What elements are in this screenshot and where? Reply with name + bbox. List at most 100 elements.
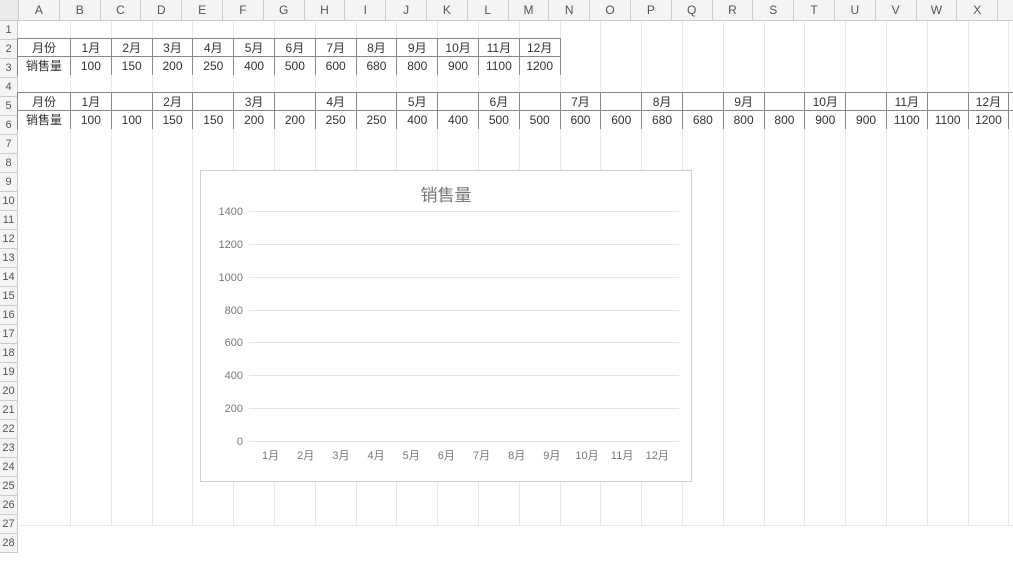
cell-C2[interactable]: 2月 — [111, 38, 153, 58]
cell-S23[interactable] — [765, 417, 806, 436]
select-all-corner[interactable] — [0, 0, 19, 20]
cell-V19[interactable] — [887, 345, 928, 364]
cell-P6[interactable]: 680 — [641, 110, 683, 130]
cell-V27[interactable] — [887, 489, 928, 508]
cell-A6[interactable]: 销售量 — [17, 110, 71, 130]
row-header-25[interactable]: 25 — [0, 477, 18, 496]
cell-X24[interactable] — [969, 435, 1010, 454]
cell-T11[interactable] — [805, 201, 846, 220]
cell-S3[interactable] — [765, 57, 806, 76]
col-header-C[interactable]: C — [101, 0, 142, 20]
cell-W20[interactable] — [928, 363, 969, 382]
cell-A10[interactable] — [18, 183, 71, 202]
cell-B2[interactable]: 1月 — [70, 38, 112, 58]
cell-S5[interactable] — [764, 92, 806, 112]
cell-V25[interactable] — [887, 453, 928, 472]
cell-P28[interactable] — [642, 507, 683, 526]
cell-U18[interactable] — [846, 327, 887, 346]
cell-A20[interactable] — [18, 363, 71, 382]
cell-I28[interactable] — [357, 507, 398, 526]
cell-S21[interactable] — [765, 381, 806, 400]
col-header-J[interactable]: J — [386, 0, 427, 20]
cell-F3[interactable]: 400 — [233, 56, 275, 76]
cell-R21[interactable] — [724, 381, 765, 400]
cell-Y8[interactable] — [1009, 147, 1013, 166]
cell-H8[interactable] — [316, 147, 357, 166]
cell-U17[interactable] — [846, 309, 887, 328]
cell-T28[interactable] — [805, 507, 846, 526]
cell-V2[interactable] — [887, 39, 928, 58]
cell-W12[interactable] — [928, 219, 969, 238]
cell-M7[interactable] — [520, 129, 561, 148]
cell-A16[interactable] — [18, 291, 71, 310]
cell-V26[interactable] — [887, 471, 928, 490]
col-header-O[interactable]: O — [590, 0, 631, 20]
cell-E5[interactable] — [192, 92, 234, 112]
cell-N7[interactable] — [561, 129, 602, 148]
cell-C12[interactable] — [112, 219, 153, 238]
cell-R15[interactable] — [724, 273, 765, 292]
cell-V3[interactable] — [887, 57, 928, 76]
cell-S26[interactable] — [765, 471, 806, 490]
row-header-12[interactable]: 12 — [0, 230, 18, 249]
cell-B17[interactable] — [71, 309, 112, 328]
cell-O2[interactable] — [601, 39, 642, 58]
cell-W21[interactable] — [928, 381, 969, 400]
cell-R5[interactable]: 9月 — [723, 92, 765, 112]
row-header-13[interactable]: 13 — [0, 249, 18, 268]
cell-R11[interactable] — [724, 201, 765, 220]
cell-X26[interactable] — [969, 471, 1010, 490]
cell-S24[interactable] — [765, 435, 806, 454]
cell-B7[interactable] — [71, 129, 112, 148]
cell-W26[interactable] — [928, 471, 969, 490]
cell-C18[interactable] — [112, 327, 153, 346]
cell-C6[interactable]: 100 — [111, 110, 153, 130]
col-header-K[interactable]: K — [427, 0, 468, 20]
cell-A19[interactable] — [18, 345, 71, 364]
cell-J7[interactable] — [397, 129, 438, 148]
cell-Q3[interactable] — [683, 57, 724, 76]
col-header-V[interactable]: V — [876, 0, 917, 20]
cell-A27[interactable] — [18, 489, 71, 508]
cell-S25[interactable] — [765, 453, 806, 472]
cell-V17[interactable] — [887, 309, 928, 328]
cell-Q27[interactable] — [683, 489, 724, 508]
cell-S19[interactable] — [765, 345, 806, 364]
col-header-H[interactable]: H — [305, 0, 346, 20]
cell-C27[interactable] — [112, 489, 153, 508]
cell-K8[interactable] — [438, 147, 479, 166]
row-header-17[interactable]: 17 — [0, 325, 18, 344]
cell-A9[interactable] — [18, 165, 71, 184]
cell-X23[interactable] — [969, 417, 1010, 436]
cell-C23[interactable] — [112, 417, 153, 436]
col-header-Y[interactable]: Y — [998, 0, 1013, 20]
row-header-18[interactable]: 18 — [0, 344, 18, 363]
cell-W1[interactable] — [928, 21, 969, 40]
cell-Y6[interactable]: 1200 — [1008, 110, 1013, 130]
cell-A25[interactable] — [18, 453, 71, 472]
cell-B25[interactable] — [71, 453, 112, 472]
cell-R16[interactable] — [724, 291, 765, 310]
cell-O27[interactable] — [601, 489, 642, 508]
cell-W15[interactable] — [928, 273, 969, 292]
cell-T27[interactable] — [805, 489, 846, 508]
cell-T5[interactable]: 10月 — [804, 92, 846, 112]
cell-H2[interactable]: 7月 — [315, 38, 357, 58]
row-header-11[interactable]: 11 — [0, 211, 18, 230]
col-header-D[interactable]: D — [141, 0, 182, 20]
cell-X7[interactable] — [969, 129, 1010, 148]
cell-J2[interactable]: 9月 — [396, 38, 438, 58]
cell-W5[interactable] — [927, 92, 969, 112]
cell-A28[interactable] — [18, 507, 71, 526]
cell-Y17[interactable] — [1009, 309, 1013, 328]
row-header-7[interactable]: 7 — [0, 135, 18, 154]
cell-R18[interactable] — [724, 327, 765, 346]
cell-S2[interactable] — [765, 39, 806, 58]
cell-C25[interactable] — [112, 453, 153, 472]
cell-U7[interactable] — [846, 129, 887, 148]
cell-L2[interactable]: 11月 — [478, 38, 520, 58]
cell-W27[interactable] — [928, 489, 969, 508]
row-header-15[interactable]: 15 — [0, 287, 18, 306]
cell-B3[interactable]: 100 — [70, 56, 112, 76]
cell-E6[interactable]: 150 — [192, 110, 234, 130]
